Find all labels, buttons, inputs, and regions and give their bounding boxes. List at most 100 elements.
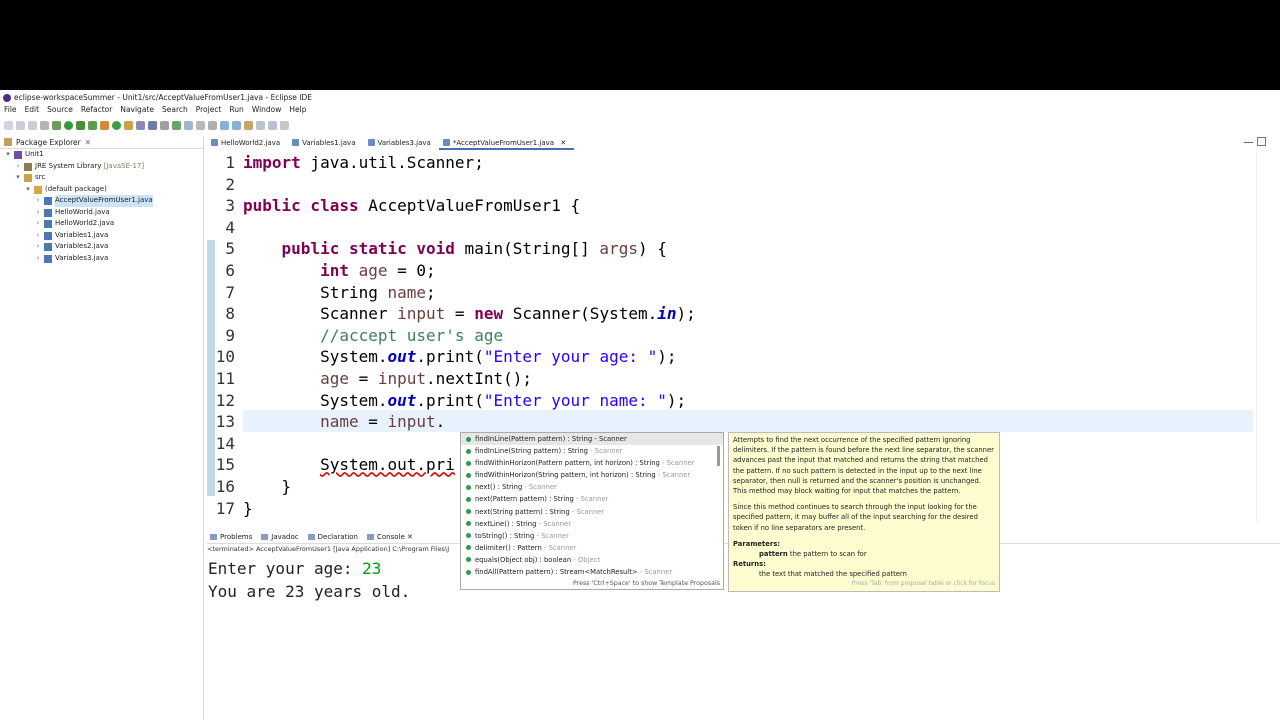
pin-editor-icon[interactable]	[280, 121, 289, 130]
expand-arrow-icon[interactable]: ›	[34, 195, 42, 207]
expand-arrow-icon[interactable]: ›	[14, 161, 22, 173]
close-icon[interactable]: ✕	[560, 139, 566, 147]
search-icon[interactable]	[136, 121, 145, 130]
menu-search[interactable]: Search	[162, 104, 188, 116]
tab-acceptvaluefromuser1[interactable]: *AcceptValueFromUser1.java ✕	[438, 136, 575, 150]
tree-item[interactable]: ▾ (default package)	[0, 184, 203, 196]
package-explorer-tab[interactable]: Package Explorer ✕	[0, 136, 203, 149]
menu-project[interactable]: Project	[196, 104, 222, 116]
line-number: 10	[215, 347, 235, 367]
expand-arrow-icon[interactable]: ▾	[4, 149, 12, 161]
code-line-17: }	[243, 498, 253, 518]
expand-arrow-icon[interactable]: ›	[34, 253, 42, 265]
menu-bar: File Edit Source Refactor Navigate Searc…	[0, 104, 1280, 116]
tab-problems[interactable]: Problems	[207, 530, 258, 543]
expand-arrow-icon[interactable]: ›	[34, 230, 42, 242]
new-class-icon[interactable]	[112, 121, 121, 130]
save-icon[interactable]	[16, 121, 25, 130]
line-number: 4	[225, 217, 235, 237]
tree-item[interactable]: › HelloWorld2.java	[0, 218, 203, 230]
proposal-item[interactable]: findWithinHorizon(String pattern, int ho…	[461, 469, 723, 481]
mark-occurrences-icon[interactable]	[172, 121, 181, 130]
expand-arrow-icon[interactable]: ▾	[24, 184, 32, 196]
back-icon[interactable]	[256, 121, 265, 130]
external-tools-icon[interactable]	[88, 121, 97, 130]
menu-file[interactable]: File	[4, 104, 17, 116]
proposal-item[interactable]: next(Pattern pattern) : String - Scanner	[461, 493, 723, 505]
tab-helloworld2[interactable]: HelloWorld2.java	[207, 136, 288, 150]
new-java-project-icon[interactable]	[100, 121, 109, 130]
toggle-breadcrumb-icon[interactable]	[160, 121, 169, 130]
proposal-item[interactable]: next(String pattern) : String - Scanner	[461, 506, 723, 518]
proposal-scrollbar[interactable]	[717, 446, 720, 466]
tab-variables3[interactable]: Variables3.java	[364, 136, 439, 150]
show-whitespace-icon[interactable]	[196, 121, 205, 130]
menu-edit[interactable]: Edit	[25, 104, 40, 116]
java-file-icon	[442, 139, 450, 146]
block-selection-icon[interactable]	[208, 121, 217, 130]
expand-arrow-icon[interactable]: ›	[34, 218, 42, 230]
doc-param-desc: the pattern to scan for	[787, 550, 867, 559]
tab-console[interactable]: Console ✕	[364, 530, 419, 543]
expand-arrow-icon[interactable]: ›	[34, 241, 42, 253]
tab-declaration[interactable]: Declaration	[305, 530, 364, 543]
proposal-item[interactable]: nextLine() : String - Scanner	[461, 518, 723, 530]
tab-variables1[interactable]: Variables1.java	[288, 136, 363, 150]
debug-icon[interactable]	[52, 121, 61, 130]
proposal-item[interactable]: toString() : String - Scanner	[461, 530, 723, 542]
doc-parameters-heading: Parameters:	[733, 539, 780, 548]
console-output[interactable]: Enter your age: 23 You are 23 years old.	[208, 557, 410, 603]
proposal-item[interactable]: findInLine(Pattern pattern) : String - S…	[461, 433, 723, 446]
tree-item[interactable]: ▾ src	[0, 172, 203, 184]
java-file-icon	[44, 220, 52, 228]
next-annotation-icon[interactable]	[220, 121, 229, 130]
last-edit-icon[interactable]	[244, 121, 253, 130]
content-assist-popup[interactable]: findInLine(Pattern pattern) : String - S…	[460, 432, 724, 590]
doc-parameter: pattern the pattern to scan for	[733, 549, 995, 559]
menu-run[interactable]: Run	[229, 104, 243, 116]
coverage-icon[interactable]	[76, 121, 85, 130]
new-icon[interactable]	[4, 121, 13, 130]
terminal-icon[interactable]	[148, 121, 157, 130]
proposal-item[interactable]: findAll(Pattern pattern) : Stream<MatchR…	[461, 566, 723, 578]
prev-annotation-icon[interactable]	[232, 121, 241, 130]
tree-item[interactable]: › AcceptValueFromUser1.java	[0, 195, 203, 207]
proposal-signature: delimiter() : Pattern	[475, 543, 542, 552]
menu-source[interactable]: Source	[47, 104, 73, 116]
expand-arrow-icon[interactable]: ▾	[14, 172, 22, 184]
tree-item-text: src	[35, 172, 45, 184]
proposal-item[interactable]: findInLine(String pattern) : String - Sc…	[461, 445, 723, 457]
forward-icon[interactable]	[268, 121, 277, 130]
library-icon	[24, 162, 32, 171]
proposal-signature: next(String pattern) : String	[475, 507, 570, 516]
open-type-icon[interactable]	[124, 121, 133, 130]
proposal-item[interactable]: findWithinHorizon(Pattern pattern, int h…	[461, 457, 723, 469]
proposal-item[interactable]: next() : String - Scanner	[461, 481, 723, 493]
tree-item[interactable]: › Variables3.java	[0, 253, 203, 265]
proposal-item[interactable]: delimiter() : Pattern - Scanner	[461, 542, 723, 554]
tree-item-text: (default package)	[45, 184, 107, 196]
javadoc-hover[interactable]: Attempts to find the next occurrence of …	[728, 432, 1000, 592]
tree-item[interactable]: › HelloWorld.java	[0, 207, 203, 219]
tree-item[interactable]: › JRE System Library [JavaSE-17]	[0, 161, 203, 173]
close-icon[interactable]: ✕	[407, 533, 413, 541]
editor-overview-ruler[interactable]	[1256, 152, 1268, 522]
tree-item[interactable]: ▾ Unit1	[0, 149, 203, 161]
word-wrap-icon[interactable]	[184, 121, 193, 130]
tree-item[interactable]: › Variables2.java	[0, 241, 203, 253]
menu-help[interactable]: Help	[289, 104, 306, 116]
tab-javadoc[interactable]: Javadoc	[258, 530, 304, 543]
menu-navigate[interactable]: Navigate	[120, 104, 154, 116]
tree-item[interactable]: › Variables1.java	[0, 230, 203, 242]
window-title: eclipse-workspaceSummer - Unit1/src/Acce…	[14, 93, 312, 102]
proposal-item[interactable]: equals(Object obj) : boolean - Object	[461, 554, 723, 566]
run-icon[interactable]	[64, 121, 73, 130]
menu-window[interactable]: Window	[252, 104, 282, 116]
close-icon[interactable]: ✕	[85, 138, 91, 147]
code-line-8: Scanner input = new Scanner(System.in);	[243, 304, 696, 324]
terminate-icon[interactable]	[40, 121, 49, 130]
menu-refactor[interactable]: Refactor	[81, 104, 112, 116]
save-all-icon[interactable]	[28, 121, 37, 130]
console-prompt: Enter your age:	[208, 559, 363, 578]
expand-arrow-icon[interactable]: ›	[34, 207, 42, 219]
